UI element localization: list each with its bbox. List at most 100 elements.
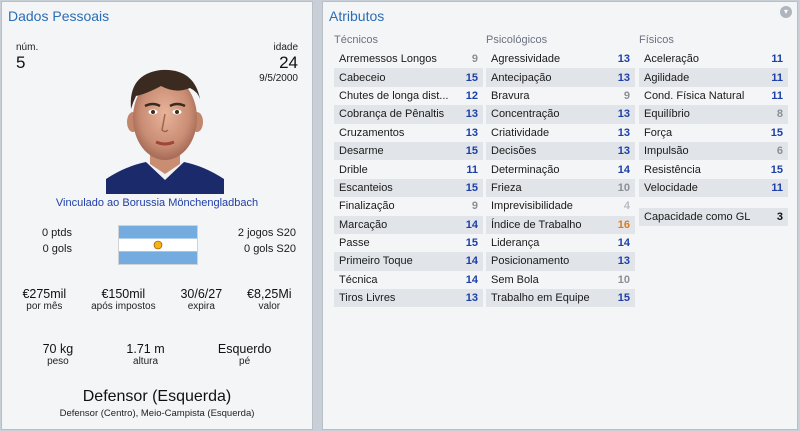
expires-label: expira <box>187 301 215 312</box>
mental-list: Agressividade 13 Antecipação 13 Bravura 9 Conc… <box>486 50 635 308</box>
attribute-value: 14 <box>465 218 478 231</box>
attribute-row[interactable]: Marcação 14 <box>334 215 483 234</box>
attribute-row[interactable]: Concentração 13 <box>486 105 635 124</box>
attribute-row[interactable]: Finalização 9 <box>334 197 483 216</box>
attribute-value: 14 <box>465 273 478 286</box>
attribute-row[interactable]: Antecipação 13 <box>486 68 635 87</box>
weight-block: 70 kg peso <box>43 342 74 367</box>
attribute-row[interactable]: Frieza 10 <box>486 178 635 198</box>
attribute-label: Desarme <box>339 145 384 158</box>
attribute-row[interactable]: Agressividade 13 <box>486 50 635 69</box>
points-stat: 0 ptds <box>42 227 72 239</box>
attribute-row[interactable]: Bravura 9 <box>486 86 635 106</box>
attribute-row[interactable]: Equilíbrio 8 <box>639 105 788 124</box>
attribute-value: 12 <box>465 89 478 102</box>
attribute-label: Antecipação <box>491 71 552 84</box>
attribute-row[interactable]: Impulsão 6 <box>639 141 788 161</box>
attribute-label: Impulsão <box>644 145 689 158</box>
physical-info-row: 70 kg peso 1.71 m altura Esquerdo pé <box>2 342 312 367</box>
mental-column: Psicológicos Agressividade 13 Antecipação 1… <box>486 34 635 308</box>
attribute-row[interactable]: Escanteios 15 <box>334 178 483 198</box>
net-wage-label: após impostos <box>91 301 156 312</box>
attribute-label: Liderança <box>491 237 540 250</box>
physical-header: Físicos <box>639 34 674 46</box>
attribute-row[interactable]: Cabeceio 15 <box>334 68 483 87</box>
attribute-row[interactable]: Criatividade 13 <box>486 123 635 142</box>
attribute-label: Agilidade <box>644 71 690 84</box>
physical-column: Físicos Aceleração 11 Agilidade 11 Cond. Fís… <box>639 34 788 198</box>
attribute-label: Marcação <box>339 218 388 231</box>
attribute-row[interactable]: Drible 11 <box>334 160 483 179</box>
attribute-value: 15 <box>465 181 478 194</box>
goals-u20-stat: 0 gols S20 <box>244 243 296 255</box>
attribute-value: 15 <box>770 126 783 139</box>
attribute-value: 13 <box>465 292 478 305</box>
attribute-row[interactable]: Trabalho em Equipe 15 <box>486 289 635 308</box>
attribute-row[interactable]: Força 15 <box>639 123 788 142</box>
attribute-label: Posicionamento <box>491 255 570 268</box>
attribute-row[interactable]: Determinação 14 <box>486 160 635 179</box>
net-wage-value: €150mil <box>101 287 146 301</box>
attribute-label: Velocidade <box>644 181 698 194</box>
attribute-value: 9 <box>471 53 478 66</box>
attribute-value: 11 <box>771 71 783 84</box>
career-stats-senior: 0 ptds 0 gols <box>42 225 72 257</box>
foot-block: Esquerdo pé <box>218 342 272 367</box>
attribute-row[interactable]: Agilidade 11 <box>639 68 788 87</box>
attribute-row[interactable]: Aceleração 11 <box>639 50 788 69</box>
attribute-row[interactable]: Posicionamento 13 <box>486 252 635 271</box>
argentina-flag-icon <box>118 225 198 265</box>
shirt-number-block: núm. 5 <box>16 42 38 73</box>
physical-list: Aceleração 11 Agilidade 11 Cond. Física Natu… <box>639 50 788 198</box>
foot-label: pé <box>239 356 251 367</box>
attribute-value: 11 <box>771 53 783 66</box>
attribute-label: Equilíbrio <box>644 108 690 121</box>
goalkeeper-ability-label: Capacidade como GL <box>644 211 751 223</box>
height-value: 1.71 m <box>126 342 165 356</box>
goalkeeper-ability-row[interactable]: Capacidade como GL 3 <box>639 208 788 226</box>
attribute-row[interactable]: Primeiro Toque 14 <box>334 252 483 271</box>
attribute-row[interactable]: Passe 15 <box>334 233 483 253</box>
attribute-row[interactable]: Tiros Livres 13 <box>334 289 483 308</box>
attribute-value: 13 <box>617 108 630 121</box>
attribute-value: 15 <box>617 292 630 305</box>
attribute-row[interactable]: Velocidade 11 <box>639 178 788 198</box>
attribute-row[interactable]: Arremessos Longos 9 <box>334 50 483 69</box>
attribute-label: Determinação <box>491 163 560 176</box>
attribute-label: Frieza <box>491 181 522 194</box>
attribute-row[interactable]: Cobrança de Pênaltis 13 <box>334 105 483 124</box>
attribute-row[interactable]: Índice de Trabalho 16 <box>486 215 635 234</box>
goals-stat: 0 gols <box>42 243 72 255</box>
attribute-row[interactable]: Desarme 15 <box>334 141 483 161</box>
attribute-label: Resistência <box>644 163 701 176</box>
weight-label: peso <box>47 356 69 367</box>
attribute-row[interactable]: Resistência 15 <box>639 160 788 179</box>
secondary-positions: Defensor (Centro), Meio-Campista (Esquer… <box>59 408 255 419</box>
personal-panel-title: Dados Pessoais <box>8 8 110 24</box>
attribute-value: 13 <box>465 126 478 139</box>
attribute-label: Escanteios <box>339 181 393 194</box>
attribute-label: Finalização <box>339 200 395 213</box>
primary-position: Defensor (Esquerda) <box>82 388 232 405</box>
attribute-label: Cruzamentos <box>339 126 405 139</box>
attribute-label: Drible <box>339 163 368 176</box>
attribute-value: 15 <box>465 71 478 84</box>
attribute-row[interactable]: Liderança 14 <box>486 233 635 253</box>
attribute-row[interactable]: Decisões 13 <box>486 141 635 161</box>
attribute-label: Tiros Livres <box>339 292 396 305</box>
attribute-row[interactable]: Imprevisibilidade 4 <box>486 197 635 216</box>
age-block: idade 24 9/5/2000 <box>259 42 298 84</box>
attribute-label: Cabeceio <box>339 71 386 84</box>
attribute-value: 14 <box>617 237 630 250</box>
club-link[interactable]: Vinculado ao Borussia Mönchengladbach <box>2 197 312 209</box>
attribute-value: 11 <box>466 163 478 176</box>
attribute-label: Técnica <box>339 273 378 286</box>
attribute-value: 6 <box>776 145 783 158</box>
attribute-row[interactable]: Cruzamentos 13 <box>334 123 483 142</box>
attribute-row[interactable]: Técnica 14 <box>334 270 483 290</box>
attribute-row[interactable]: Sem Bola 10 <box>486 270 635 290</box>
attribute-row[interactable]: Cond. Física Natural 11 <box>639 86 788 106</box>
chevron-down-icon[interactable]: ▾ <box>780 6 792 18</box>
attribute-row[interactable]: Chutes de longa dist... 12 <box>334 86 483 106</box>
attribute-value: 15 <box>465 145 478 158</box>
